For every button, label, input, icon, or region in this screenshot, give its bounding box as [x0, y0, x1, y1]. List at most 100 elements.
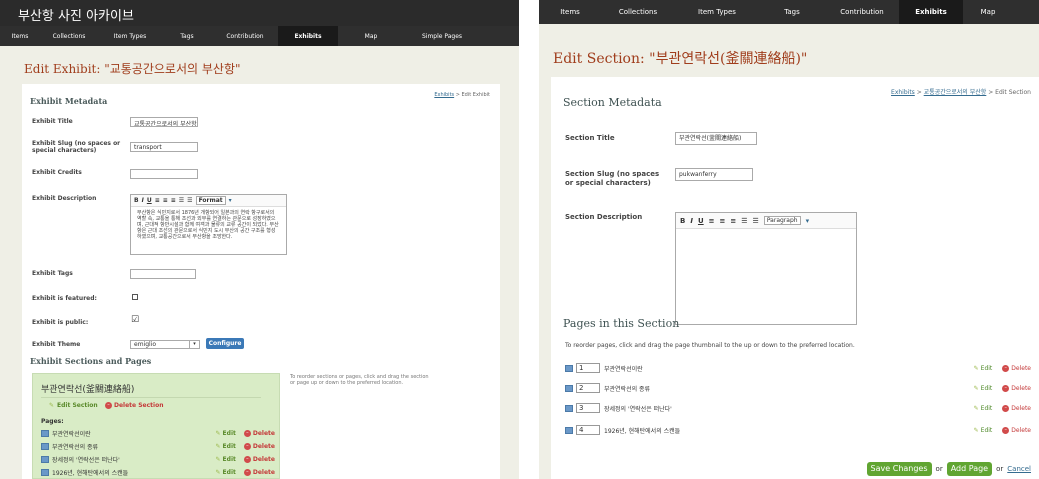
section-slug-input[interactable]: pukwanferry — [675, 168, 753, 181]
page-row[interactable]: 3 장세정의 '연락선은 떠난다' ✎ Edit – Delete — [565, 403, 1031, 413]
cancel-link[interactable]: Cancel — [1007, 465, 1031, 473]
page-edit-button[interactable]: Edit — [223, 430, 236, 437]
page-row[interactable]: 2 부관연락선의 종류 ✎ Edit – Delete — [565, 383, 1031, 393]
html-icon[interactable]: ▾ — [806, 217, 810, 225]
section-description-editor[interactable]: B I U ≡ ≡ ≡ ☰ ☰ Paragraph ▾ — [675, 212, 857, 325]
edit-section-button[interactable]: ✎ Edit Section — [49, 402, 98, 409]
page-edit-button[interactable]: Edit — [981, 405, 993, 412]
delete-section-button[interactable]: – Delete Section — [105, 402, 163, 409]
align-right-icon[interactable]: ≡ — [730, 217, 736, 225]
site-title: 부산항 사진 아카이브 — [0, 0, 519, 26]
exhibit-slug-input[interactable]: transport — [130, 142, 198, 152]
italic-icon[interactable]: I — [142, 197, 144, 204]
section-box[interactable]: 부관연락선(釜關連絡船) ✎ Edit Section – Delete Sec… — [32, 373, 280, 479]
nav-items[interactable]: Items — [0, 26, 40, 46]
page-order-input[interactable]: 3 — [576, 403, 600, 413]
save-changes-button[interactable]: Save Changes — [866, 462, 932, 476]
nav-map[interactable]: Map — [338, 26, 404, 46]
nav-simple-pages[interactable]: Simple Pages — [404, 26, 480, 46]
bullet-list-icon[interactable]: ☰ — [179, 197, 184, 204]
underline-icon[interactable]: U — [147, 197, 152, 204]
page-delete-button[interactable]: Delete — [1011, 427, 1031, 434]
page-row[interactable]: 1926년, 현해탄에서의 스캔들 ✎ Edit – Delete — [41, 468, 275, 477]
underline-icon[interactable]: U — [698, 217, 704, 225]
page-row[interactable]: 4 1926년, 현해탄에서의 스캔들 ✎ Edit – Delete — [565, 425, 1031, 435]
breadcrumb-exhibits-link[interactable]: Exhibits — [434, 92, 454, 98]
nav-item-types[interactable]: Item Types — [98, 26, 162, 46]
exhibit-credits-input[interactable] — [130, 169, 198, 179]
exhibit-featured-checkbox[interactable] — [132, 294, 138, 300]
bold-icon[interactable]: B — [134, 197, 139, 204]
exhibit-description-editor[interactable]: B I U ≡ ≡ ≡ ☰ ☰ Format ▾ 부산항은 식민지로서 1876… — [130, 194, 287, 255]
page-name: 1926년, 현해탄에서의 스캔들 — [604, 427, 681, 435]
delete-icon: – — [1002, 384, 1010, 392]
numbered-list-icon[interactable]: ☰ — [187, 197, 192, 204]
html-icon[interactable]: ▾ — [229, 197, 232, 204]
nav-collections[interactable]: Collections — [40, 26, 98, 46]
nav-contribution[interactable]: Contribution — [212, 26, 278, 46]
section-title-input[interactable]: 부관연락선(釜關連絡船) — [675, 132, 757, 145]
italic-icon[interactable]: I — [690, 217, 693, 225]
reorder-hint: To reorder sections or pages, click and … — [290, 374, 429, 386]
delete-icon: – — [1002, 364, 1010, 372]
pencil-icon: ✎ — [215, 443, 221, 450]
page-thumbnail-icon[interactable] — [565, 404, 573, 412]
page-order-input[interactable]: 1 — [576, 363, 600, 373]
add-page-button[interactable]: Add Page — [946, 462, 993, 476]
delete-icon: – — [243, 469, 251, 476]
page-thumbnail-icon[interactable] — [565, 364, 573, 372]
nav-map[interactable]: Map — [963, 0, 1013, 24]
numbered-list-icon[interactable]: ☰ — [753, 217, 759, 225]
breadcrumb-exhibits-link[interactable]: Exhibits — [891, 89, 915, 96]
exhibit-tags-input[interactable] — [130, 269, 196, 279]
exhibit-public-checkbox[interactable]: ☑ — [131, 315, 139, 325]
nav-item-types[interactable]: Item Types — [675, 0, 759, 24]
nav-tags[interactable]: Tags — [759, 0, 825, 24]
page-edit-button[interactable]: Edit — [223, 469, 236, 476]
delete-icon: – — [243, 430, 251, 437]
page-edit-button[interactable]: Edit — [223, 443, 236, 450]
nav-tags[interactable]: Tags — [162, 26, 212, 46]
page-row[interactable]: 부관연락선이란 ✎ Edit – Delete — [41, 429, 275, 438]
configure-button[interactable]: Configure — [206, 338, 244, 349]
page-delete-button[interactable]: Delete — [1011, 405, 1031, 412]
nav-exhibits[interactable]: Exhibits — [278, 26, 338, 46]
align-left-icon[interactable]: ≡ — [155, 197, 160, 204]
page-delete-button[interactable]: Delete — [253, 443, 275, 450]
page-row[interactable]: 장세정의 '연락선은 떠난다' ✎ Edit – Delete — [41, 455, 275, 464]
align-right-icon[interactable]: ≡ — [171, 197, 176, 204]
page-edit-button[interactable]: Edit — [981, 427, 993, 434]
nav-contribution[interactable]: Contribution — [825, 0, 899, 24]
nav-exhibits[interactable]: Exhibits — [899, 0, 963, 24]
page-thumbnail-icon[interactable] — [565, 384, 573, 392]
page-order-input[interactable]: 4 — [576, 425, 600, 435]
breadcrumb-exhibit-link[interactable]: 교통공간으로서의 부산항 — [924, 89, 987, 96]
nav-collections[interactable]: Collections — [601, 0, 675, 24]
bold-icon[interactable]: B — [680, 217, 685, 225]
exhibit-title-input[interactable]: 교통공간으로서의 부산항 — [130, 117, 198, 127]
bullet-list-icon[interactable]: ☰ — [741, 217, 747, 225]
exhibit-public-label: Exhibit is public: — [32, 319, 89, 326]
page-delete-button[interactable]: Delete — [253, 456, 275, 463]
page-edit-button[interactable]: Edit — [223, 456, 236, 463]
nav-items[interactable]: Items — [539, 0, 601, 24]
pages-in-section-heading: Pages in this Section — [563, 317, 680, 330]
page-row[interactable]: 1 부관연락선이란 ✎ Edit – Delete — [565, 363, 1031, 373]
page-order-input[interactable]: 2 — [576, 383, 600, 393]
page-delete-button[interactable]: Delete — [253, 430, 275, 437]
align-center-icon[interactable]: ≡ — [163, 197, 168, 204]
page-thumbnail-icon[interactable] — [565, 426, 573, 434]
pencil-icon: ✎ — [973, 404, 979, 412]
page-delete-button[interactable]: Delete — [1011, 365, 1031, 372]
align-left-icon[interactable]: ≡ — [709, 217, 715, 225]
breadcrumb-current: > Edit Exhibit — [455, 92, 490, 98]
align-center-icon[interactable]: ≡ — [720, 217, 726, 225]
page-delete-button[interactable]: Delete — [253, 469, 275, 476]
page-row[interactable]: 부관연락선의 종류 ✎ Edit – Delete — [41, 442, 275, 451]
format-select[interactable]: Format — [195, 196, 226, 205]
page-delete-button[interactable]: Delete — [1011, 385, 1031, 392]
exhibit-theme-select[interactable]: emiglio ▾ — [130, 340, 200, 349]
page-edit-button[interactable]: Edit — [981, 365, 993, 372]
paragraph-select[interactable]: Paragraph — [763, 216, 801, 225]
page-edit-button[interactable]: Edit — [981, 385, 993, 392]
